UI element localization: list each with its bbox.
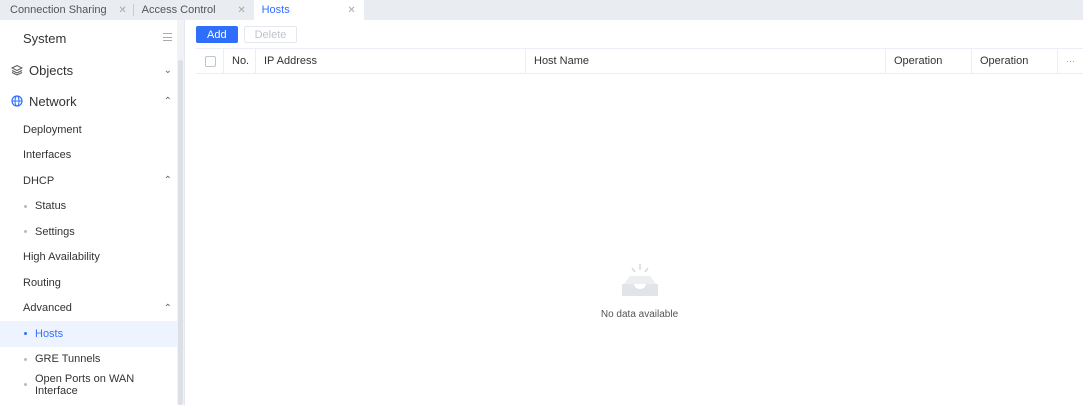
main-content: Add Delete No. IP Address Host Name Oper… [186, 20, 1083, 405]
sidebar-item-label: Interfaces [23, 149, 72, 162]
delete-button[interactable]: Delete [243, 26, 298, 43]
collapse-menu-icon[interactable] [163, 33, 172, 41]
sidebar-item-label: Status [35, 200, 67, 213]
tab-connection-sharing[interactable]: Connection Sharing ✕ [0, 0, 129, 20]
bullet-icon [24, 357, 27, 361]
sidebar-item-interfaces[interactable]: Interfaces [0, 143, 178, 169]
tab-label: Hosts [261, 4, 290, 16]
sidebar-system-label: System [23, 30, 67, 46]
sidebar-item-label: Advanced [23, 302, 72, 315]
sidebar-item-high-availability[interactable]: High Availability [0, 245, 178, 271]
toolbar: Add Delete [196, 26, 298, 43]
globe-icon [11, 95, 23, 107]
empty-inbox-icon [618, 262, 662, 301]
tab-label: Connection Sharing [10, 4, 107, 16]
sidebar-item-label: Settings [35, 225, 75, 238]
column-header-ip-address[interactable]: IP Address [256, 48, 526, 74]
close-icon[interactable]: ✕ [346, 5, 358, 16]
sidebar-item-settings[interactable]: Settings [0, 219, 178, 245]
column-header-operation[interactable]: Operation [886, 48, 972, 74]
scrollbar-thumb[interactable] [178, 60, 183, 405]
empty-state: No data available [196, 74, 1083, 405]
sidebar-item-open-ports[interactable]: Open Ports on WAN Interface [0, 372, 178, 398]
sidebar-item-label: Hosts [35, 327, 64, 340]
chevron-down-icon: ⌄ [163, 64, 172, 76]
sidebar-item-label: Deployment [23, 123, 82, 136]
chevron-up-icon: ⌃ [163, 302, 172, 314]
sidebar-item-label: High Availability [23, 251, 100, 264]
column-header-no[interactable]: No. [224, 48, 256, 74]
tab-label: Access Control [141, 4, 216, 16]
bullet-icon [24, 204, 27, 208]
sidebar-scrollbar[interactable] [177, 20, 184, 405]
layers-icon [11, 64, 23, 76]
column-header-operation[interactable]: Operation [972, 48, 1058, 74]
sidebar-item-hosts[interactable]: Hosts [0, 321, 178, 347]
chevron-up-icon: ⌃ [163, 175, 172, 187]
sidebar-item-routing[interactable]: Routing [0, 270, 178, 296]
sidebar: System Objects ⌄ Network ⌃ Deployment In… [0, 20, 185, 405]
sidebar-item-label: DHCP [23, 174, 55, 187]
close-icon[interactable]: ✕ [236, 5, 248, 16]
column-settings-icon[interactable]: ··· [1058, 48, 1083, 74]
select-all-checkbox[interactable] [205, 55, 216, 67]
sidebar-item-status[interactable]: Status [0, 194, 178, 220]
sidebar-item-deployment[interactable]: Deployment [0, 117, 178, 143]
table-header: No. IP Address Host Name Operation Opera… [196, 48, 1083, 74]
tab-access-control[interactable]: Access Control ✕ [134, 0, 248, 20]
select-all-cell [196, 48, 224, 74]
sidebar-item-advanced[interactable]: Advanced ⌃ [0, 296, 178, 322]
sidebar-item-network[interactable]: Network ⌃ [0, 85, 178, 117]
sidebar-item-label: Open Ports on WAN Interface [34, 372, 135, 397]
column-header-host-name[interactable]: Host Name [526, 48, 886, 74]
bullet-icon [24, 383, 27, 387]
sidebar-item-label: GRE Tunnels [35, 353, 101, 366]
tab-hosts[interactable]: Hosts ✕ [253, 0, 364, 20]
sidebar-item-gre-tunnels[interactable]: GRE Tunnels [0, 347, 178, 373]
empty-state-text: No data available [600, 309, 679, 320]
bullet-icon [24, 230, 27, 234]
sidebar-item-label: Network [29, 93, 77, 109]
sidebar-item-label: Routing [23, 276, 61, 289]
sidebar-item-dhcp[interactable]: DHCP ⌃ [0, 168, 178, 194]
sidebar-item-objects[interactable]: Objects ⌄ [0, 54, 178, 86]
sidebar-item-label: Objects [29, 62, 74, 78]
tab-bar: Connection Sharing ✕ Access Control ✕ Ho… [0, 0, 1083, 20]
chevron-up-icon: ⌃ [163, 95, 172, 107]
add-button[interactable]: Add [196, 26, 238, 43]
sidebar-system[interactable]: System [0, 24, 178, 52]
close-icon[interactable]: ✕ [117, 5, 129, 16]
bullet-icon [24, 332, 27, 336]
